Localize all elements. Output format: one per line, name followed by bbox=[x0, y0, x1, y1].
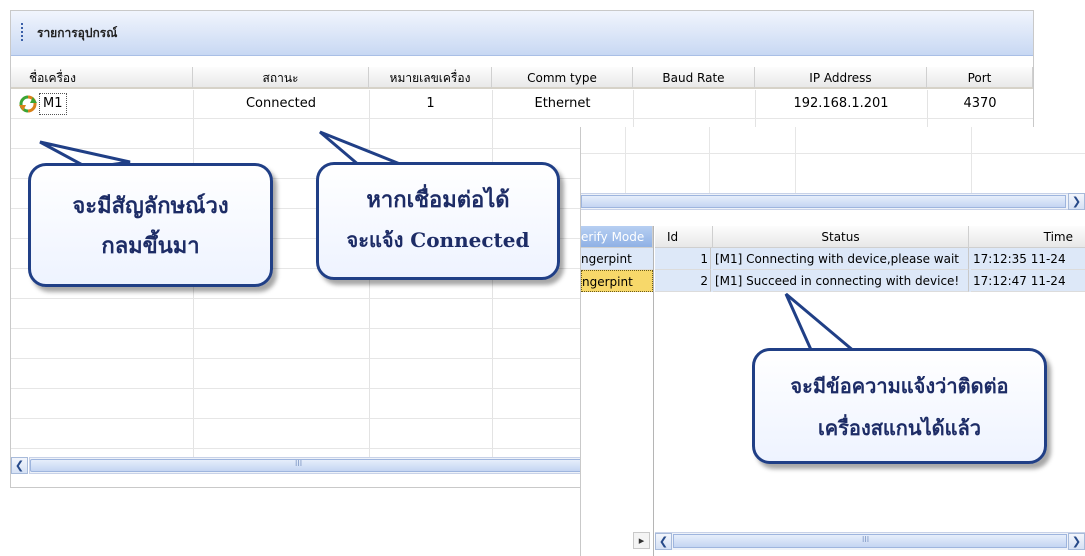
callout-text-line: กลมขึ้นมา bbox=[101, 233, 200, 259]
callout-text-line: จะมีสัญลักษณ์วง bbox=[72, 193, 229, 219]
callout-text-line: จะแจ้ง Connected bbox=[346, 228, 530, 252]
callout-text-line: จะมีข้อความแจ้งว่าติดต่อ bbox=[790, 374, 1009, 398]
callout-tail-status bbox=[319, 130, 401, 168]
callout-status-note: หากเชื่อมต่อได้ จะแจ้ง Connected bbox=[316, 162, 560, 280]
callout-tail-log bbox=[784, 292, 860, 354]
callout-log-note: จะมีข้อความแจ้งว่าติดต่อ เครื่องสแกนได้แ… bbox=[752, 348, 1047, 464]
callout-text-line: เครื่องสแกนได้แล้ว bbox=[817, 416, 982, 440]
callout-icon-note: จะมีสัญลักษณ์วง กลมขึ้นมา bbox=[28, 163, 273, 287]
callout-text-line: หากเชื่อมต่อได้ bbox=[366, 187, 510, 213]
